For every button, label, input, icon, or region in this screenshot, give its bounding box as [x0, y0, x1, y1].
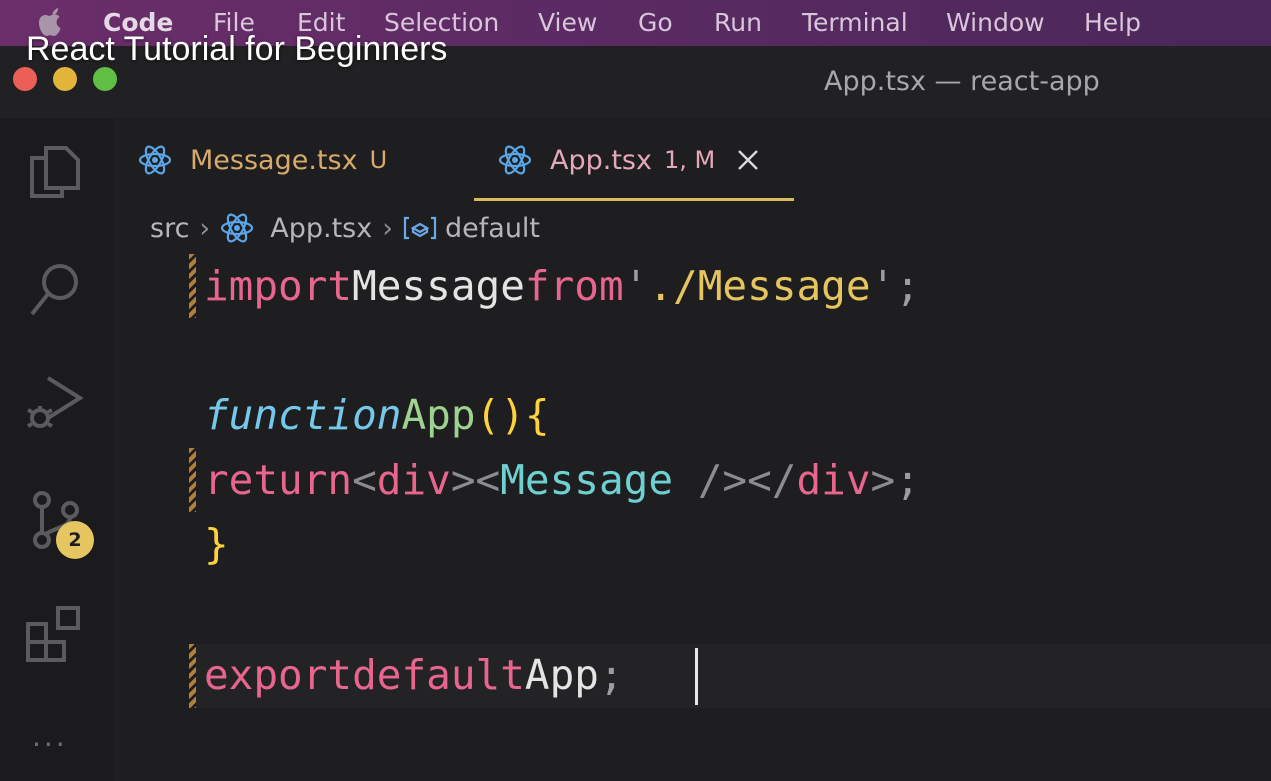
token-semicolon: ;: [895, 456, 920, 504]
token-keyword: default: [352, 651, 525, 699]
close-window-button[interactable]: [13, 67, 37, 91]
tab-message-tsx[interactable]: Message.tsx U: [138, 118, 387, 202]
menu-view[interactable]: View: [538, 8, 597, 37]
activity-bar: [0, 118, 113, 781]
token-tag-bracket: >: [870, 456, 896, 504]
explorer-icon[interactable]: [24, 140, 88, 204]
text-cursor: [695, 648, 698, 705]
chevron-right-icon: ›: [382, 212, 394, 244]
token-keyword: import: [204, 262, 353, 310]
menu-go[interactable]: Go: [638, 8, 673, 37]
tab-label: Message.tsx: [190, 144, 358, 176]
token-brace: }: [204, 520, 229, 568]
menu-run[interactable]: Run: [714, 8, 762, 37]
extensions-icon[interactable]: [24, 602, 88, 666]
code-line-5: }: [204, 514, 229, 574]
token-identifier: App: [524, 651, 599, 699]
token-quote: ': [623, 262, 649, 310]
git-modified-marker: [189, 644, 196, 708]
token-string: ./Message: [648, 262, 871, 310]
source-control-badge: 2: [56, 521, 94, 559]
more-icon[interactable]: ···: [32, 728, 68, 761]
menu-window[interactable]: Window: [946, 8, 1045, 37]
code-line-3: function App() {: [204, 385, 550, 445]
token-quote: ': [870, 262, 896, 310]
symbol-variable-icon: [403, 216, 437, 240]
token-tag-bracket: >: [450, 456, 476, 504]
token-brace: {: [524, 391, 550, 439]
token-semicolon: ;: [598, 651, 624, 699]
token-tag-bracket: <: [352, 456, 377, 504]
token-tag-bracket: </: [747, 456, 797, 504]
token-keyword: from: [524, 262, 624, 310]
breadcrumb-file[interactable]: App.tsx: [270, 213, 372, 244]
run-debug-icon[interactable]: [24, 372, 88, 436]
breadcrumb: src › App.tsx › default: [150, 208, 540, 248]
active-tab-indicator: [474, 198, 794, 201]
code-line-7: export default App;: [204, 645, 624, 705]
tab-git-status: U: [369, 146, 388, 174]
breadcrumb-folder[interactable]: src: [150, 213, 189, 244]
tab-label: App.tsx: [550, 144, 652, 176]
token-tag: div: [376, 456, 451, 504]
minimize-window-button[interactable]: [53, 67, 77, 91]
token-parens: (): [475, 391, 525, 439]
menu-terminal[interactable]: Terminal: [802, 8, 908, 37]
chevron-right-icon: ›: [199, 212, 211, 244]
close-icon[interactable]: [737, 149, 759, 171]
breadcrumb-symbol[interactable]: default: [445, 213, 540, 244]
token-keyword: export: [204, 651, 353, 699]
git-modified-marker: [189, 254, 196, 318]
token-keyword: function: [204, 391, 402, 439]
token-identifier: Message: [352, 262, 525, 310]
token-keyword: return: [204, 456, 353, 504]
react-icon: [221, 213, 254, 243]
token-semicolon: ;: [895, 262, 920, 310]
token-tag: div: [796, 456, 871, 504]
tab-problem-status: 1, M: [663, 146, 716, 174]
git-modified-marker: [189, 448, 196, 512]
zoom-window-button[interactable]: [93, 67, 117, 91]
tab-app-tsx[interactable]: App.tsx 1, M: [498, 118, 759, 202]
token-tag-bracket: <: [475, 456, 501, 504]
search-icon[interactable]: [24, 258, 88, 322]
code-line-4: return < div > < Message /> </div >;: [204, 450, 920, 510]
token-function-name: App: [401, 391, 476, 439]
code-line-1: import Message from ' ./Message ';: [204, 256, 920, 316]
react-icon: [498, 145, 532, 175]
token-component: Message: [500, 456, 674, 504]
window-title: App.tsx — react-app: [824, 66, 1100, 97]
video-title: React Tutorial for Beginners: [26, 30, 448, 68]
token-tag-bracket: />: [673, 456, 748, 504]
menu-help[interactable]: Help: [1084, 8, 1141, 37]
react-icon: [138, 145, 172, 175]
